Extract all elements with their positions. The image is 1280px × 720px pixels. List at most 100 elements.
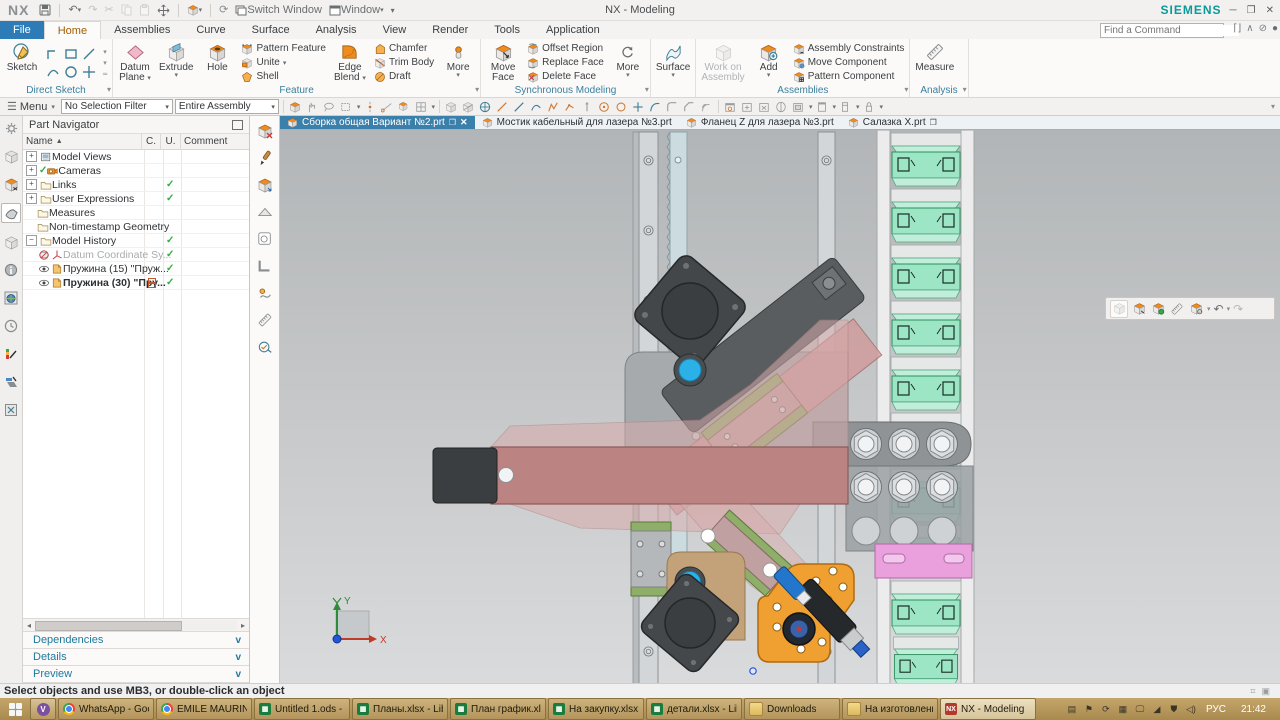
lasso-icon[interactable] xyxy=(322,99,337,114)
close-tab-icon[interactable]: ✕ xyxy=(460,117,468,128)
tree-row-datum-csys[interactable]: Datum Coordinate Sy... ✓ xyxy=(23,248,249,262)
undock-tab-icon[interactable]: ❐ xyxy=(930,118,937,127)
measure-button[interactable]: Measure xyxy=(912,40,957,85)
column-u[interactable]: U. xyxy=(161,134,181,149)
draft-button[interactable]: Draft xyxy=(371,70,437,83)
reuse-library-icon[interactable] xyxy=(2,233,20,251)
fillet-icon[interactable] xyxy=(665,99,680,114)
find-command-box[interactable] xyxy=(1100,23,1224,38)
taskbar-item-downloads[interactable]: Downloads xyxy=(744,698,840,720)
tab-home[interactable]: Home xyxy=(44,21,101,39)
constraint-navigator-icon[interactable] xyxy=(2,175,20,193)
save-button[interactable] xyxy=(37,2,53,18)
extrude-button[interactable]: Extrude▾ xyxy=(156,40,196,85)
surface-button[interactable]: Surface▾ xyxy=(653,40,693,85)
view-manipulation-icon[interactable] xyxy=(814,99,829,114)
datum-plane-button[interactable]: DatumPlane ▾ xyxy=(115,40,155,85)
snapshot-icon[interactable] xyxy=(288,99,303,114)
scroll-left-icon[interactable]: ◂ xyxy=(23,621,35,630)
expand-icon[interactable]: + xyxy=(26,165,37,176)
move-object-button[interactable] xyxy=(155,2,172,18)
offset-curve-icon[interactable] xyxy=(699,99,714,114)
undo-mini-icon[interactable]: ↶ xyxy=(1214,303,1224,315)
selection-scope-combo[interactable]: Entire Assembly▾ xyxy=(175,99,279,114)
dialog-launcher-icon[interactable]: ▾ xyxy=(645,85,649,94)
command-finder-button[interactable]: ▾ xyxy=(185,2,205,18)
unite-button[interactable]: Unite▾ xyxy=(238,56,328,69)
scroll-right-icon[interactable]: ▸ xyxy=(237,621,249,630)
dialog-launcher-icon[interactable]: ▾ xyxy=(904,85,908,94)
expand-icon[interactable]: + xyxy=(26,179,37,190)
taskbar-item-detali-xlsx[interactable]: ▦детали.xlsx - Libre... xyxy=(646,698,742,720)
move-face-button[interactable]: MoveFace xyxy=(483,40,523,85)
help-icon[interactable]: ⊘ xyxy=(1259,23,1267,34)
measure-tool-icon[interactable] xyxy=(256,311,274,329)
line-tool-icon[interactable] xyxy=(81,46,97,62)
pattern-component-button[interactable]: Pattern Component xyxy=(790,70,908,83)
profile-tool-icon[interactable] xyxy=(45,46,61,62)
tab-tools[interactable]: Tools xyxy=(481,21,533,39)
tray-network-icon[interactable]: ◢ xyxy=(1151,703,1163,715)
column-c[interactable]: C. xyxy=(142,134,161,149)
dialog-launcher-icon[interactable]: ▾ xyxy=(475,85,479,94)
add-component-button[interactable]: Add▾ xyxy=(749,40,789,85)
taskbar-item-emile-maurin[interactable]: EMILE MAURIN - ... xyxy=(156,698,252,720)
visible-eye-icon[interactable] xyxy=(37,263,50,275)
minimize-button[interactable]: ─ xyxy=(1230,5,1237,16)
wireframe-view-icon[interactable] xyxy=(461,99,476,114)
start-button[interactable] xyxy=(2,698,28,720)
copy-button[interactable] xyxy=(119,2,134,18)
taskbar-item-plany-xlsx[interactable]: ▦Планы.xlsx - Libr... xyxy=(352,698,448,720)
add-component-mini-icon[interactable] xyxy=(1150,301,1166,317)
more-dropdown-icon[interactable]: ▾ xyxy=(103,59,107,67)
arc-icon[interactable] xyxy=(648,99,663,114)
manufacturing-wizard-icon[interactable] xyxy=(2,373,20,391)
sketch-line-icon[interactable] xyxy=(495,99,510,114)
tray-drive-icon[interactable]: ▤ xyxy=(1066,703,1078,715)
spring-tool-icon[interactable] xyxy=(256,284,274,302)
switch-window-button[interactable]: Switch Window xyxy=(233,2,324,18)
taskbar-item-na-izgotovlenie[interactable]: На изготовление xyxy=(842,698,938,720)
sketch-spline-icon[interactable] xyxy=(529,99,544,114)
dialog-launcher-icon[interactable]: ▾ xyxy=(107,85,111,94)
tray-color-icon[interactable]: ▦ xyxy=(1117,703,1129,715)
point-tool-icon[interactable] xyxy=(81,64,97,80)
part-cleanup-icon[interactable] xyxy=(256,338,274,356)
sketch-line2-icon[interactable] xyxy=(512,99,527,114)
qat-customize-button[interactable]: ▾ xyxy=(389,2,397,18)
touch-mode-button[interactable]: ⟳ xyxy=(217,2,230,18)
window-cascade-icon[interactable] xyxy=(723,99,738,114)
edit-object-display-icon[interactable] xyxy=(256,149,274,167)
move-component-button[interactable]: Move Component xyxy=(790,56,908,69)
window-new-icon[interactable] xyxy=(740,99,755,114)
doc-tab-flange-z[interactable]: Фланец Z для лазера №3.prt xyxy=(679,116,841,129)
tree-row-measures[interactable]: Measures xyxy=(23,206,249,220)
tray-shield-icon[interactable]: ⛊ xyxy=(1168,703,1180,715)
user-avatar-icon[interactable]: ● xyxy=(1272,23,1278,34)
history-icon[interactable] xyxy=(2,317,20,335)
expand-icon[interactable]: + xyxy=(26,151,37,162)
undock-tab-icon[interactable]: ❐ xyxy=(449,118,456,127)
dialog-launcher-icon[interactable]: ▾ xyxy=(963,85,967,94)
ellipse-icon[interactable] xyxy=(614,99,629,114)
roles-gear-icon[interactable] xyxy=(2,119,20,137)
sync-more-button[interactable]: More▾ xyxy=(608,40,648,85)
visible-eye-icon[interactable] xyxy=(37,277,50,289)
taskbar-item-untitled-ods[interactable]: ▦Untitled 1.ods - Li... xyxy=(254,698,350,720)
shell-button[interactable]: Shell xyxy=(238,70,328,83)
show-hide-component-icon[interactable] xyxy=(256,122,274,140)
find-command-input[interactable] xyxy=(1101,25,1239,36)
shaded-view-icon[interactable] xyxy=(444,99,459,114)
snap-point-icon[interactable] xyxy=(362,99,377,114)
navigator-horizontal-scrollbar[interactable]: ◂ ▸ xyxy=(23,618,249,631)
tray-update-icon[interactable]: ⚑ xyxy=(1083,703,1095,715)
window-close-icon[interactable] xyxy=(757,99,772,114)
clock[interactable]: 21:42 xyxy=(1235,704,1272,715)
plus-icon[interactable] xyxy=(631,99,646,114)
undo-button[interactable]: ↶▾ xyxy=(66,2,83,18)
selection-filter-combo[interactable]: No Selection Filter▾ xyxy=(61,99,173,114)
work-on-assembly-button[interactable]: Work onAssembly xyxy=(698,40,747,85)
select-touch-icon[interactable] xyxy=(305,99,320,114)
circle-center-icon[interactable] xyxy=(597,99,612,114)
window-menu-button[interactable]: Window▾ xyxy=(327,2,386,18)
